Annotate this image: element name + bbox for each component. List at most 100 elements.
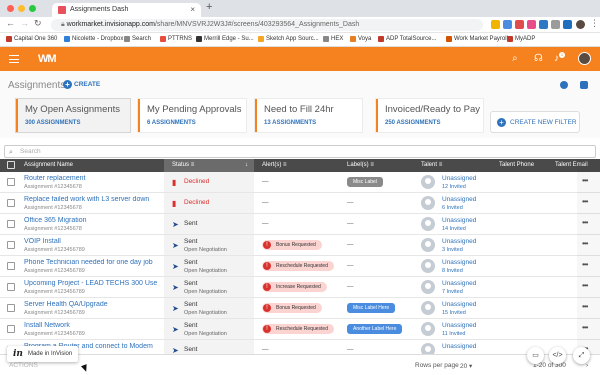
invision-badge[interactable]: in Made in InVision xyxy=(7,346,78,362)
assignment-name-link[interactable]: Server Health QA/Upgrade xyxy=(24,301,158,308)
talent-status-link[interactable]: Unassigned xyxy=(442,217,476,224)
assignment-name-link[interactable]: Install Network xyxy=(24,322,158,329)
bookmark-item[interactable]: Search xyxy=(124,36,151,42)
talent-status-link[interactable]: Unassigned xyxy=(442,238,476,245)
talent-status-link[interactable]: Unassigned xyxy=(442,280,476,287)
close-window-icon[interactable] xyxy=(7,5,14,12)
column-status[interactable]: Status ≡ ↓ xyxy=(164,159,254,172)
invited-count[interactable]: 12 Invited xyxy=(442,184,466,190)
actions-button[interactable]: ACTIONS xyxy=(9,362,38,369)
row-checkbox[interactable] xyxy=(7,283,15,291)
workmarket-logo[interactable]: WM xyxy=(38,53,57,65)
column-assignment-name[interactable]: Assignment Name xyxy=(24,162,73,168)
rows-per-page-select[interactable]: 20 ▾ xyxy=(460,362,472,370)
bookmark-item[interactable]: PTTRNS xyxy=(160,36,192,42)
menu-icon[interactable]: ⋮ xyxy=(590,18,599,29)
assignment-name-link[interactable]: Replace failed work with L3 server down xyxy=(24,196,158,203)
talent-status-link[interactable]: Unassigned xyxy=(442,259,476,266)
label-chip[interactable]: Misc Label Here xyxy=(347,303,396,313)
search-input[interactable]: ⌕ Search xyxy=(4,145,596,158)
extension-icon[interactable] xyxy=(551,20,560,29)
column-talent-phone[interactable]: Talent Phone xyxy=(499,162,534,168)
maximize-window-icon[interactable] xyxy=(29,5,36,12)
extension-icon[interactable] xyxy=(539,20,548,29)
talent-status-link[interactable]: Unassigned xyxy=(442,196,476,203)
talent-status-link[interactable]: Unassigned xyxy=(442,301,476,308)
table-row[interactable]: Phone Technician needed for one day job A… xyxy=(0,256,600,277)
talent-status-link[interactable]: Unassigned xyxy=(442,343,476,350)
row-checkbox[interactable] xyxy=(7,304,15,312)
card-my-open-assignments[interactable]: My Open Assignments 300 ASSIGNMENTS xyxy=(16,99,130,132)
profile-icon[interactable] xyxy=(576,20,585,29)
invited-count[interactable]: 3 Invited xyxy=(442,247,463,253)
table-row[interactable]: Office 365 Migration Assignment #12345678… xyxy=(0,214,600,235)
column-labels[interactable]: Label(s) ≡ xyxy=(347,162,374,168)
bookmark-item[interactable]: Voya xyxy=(350,36,371,42)
filter-icon[interactable]: ≡ xyxy=(370,162,374,168)
pinterest-icon[interactable] xyxy=(527,20,536,29)
talent-status-link[interactable]: Unassigned xyxy=(442,322,476,329)
filter-icon[interactable]: ≡ xyxy=(439,162,443,168)
row-checkbox[interactable] xyxy=(7,241,15,249)
fullscreen-icon[interactable]: ⤢ xyxy=(573,347,590,364)
invited-count[interactable]: 8 Invited xyxy=(442,268,463,274)
help-icon[interactable] xyxy=(560,81,568,89)
back-icon[interactable]: ← xyxy=(6,18,15,28)
close-tab-icon[interactable]: × xyxy=(190,3,195,17)
next-page-icon[interactable]: › xyxy=(586,362,588,369)
create-button[interactable]: + CREATE xyxy=(63,80,100,89)
assignment-name-link[interactable]: Phone Technician needed for one day job xyxy=(24,259,158,266)
create-new-filter-button[interactable]: + CREATE NEW FILTER xyxy=(491,112,579,132)
avatar[interactable] xyxy=(578,52,591,65)
url-field[interactable]: 🔒︎ workmarket.invisionapp.com/share/MNVS… xyxy=(51,19,483,31)
invited-count[interactable]: 15 Invited xyxy=(442,310,466,316)
row-checkbox[interactable] xyxy=(7,262,15,270)
row-checkbox[interactable] xyxy=(7,178,15,186)
gear-icon[interactable] xyxy=(580,81,588,89)
bookmark-item[interactable]: Sketch App Sourc... xyxy=(258,36,319,42)
table-row[interactable]: Replace failed work with L3 server down A… xyxy=(0,193,600,214)
forward-icon[interactable]: → xyxy=(20,18,29,28)
filter-icon[interactable]: ≡ xyxy=(191,162,195,168)
talent-status-link[interactable]: Unassigned xyxy=(442,175,476,182)
table-row[interactable]: VOIP Install Assignment #123456789 ➤ Sent Op… xyxy=(0,235,600,256)
headset-icon[interactable]: ☊ xyxy=(534,53,543,64)
bookmark-item[interactable]: HEX xyxy=(323,36,343,42)
extension-icon[interactable] xyxy=(515,20,524,29)
alert-chip[interactable]: ! Reschedule Requested xyxy=(262,324,334,334)
label-chip[interactable]: Misc Label xyxy=(347,177,383,187)
row-checkbox[interactable] xyxy=(7,325,15,333)
bookmark-item[interactable]: ADP TotalSource... xyxy=(378,36,436,42)
sort-down-icon[interactable]: ↓ xyxy=(245,159,248,172)
star-icon[interactable] xyxy=(491,20,500,29)
alert-chip[interactable]: ! Bonus Requested xyxy=(262,303,322,313)
alert-chip[interactable]: ! Increase Requested xyxy=(262,282,327,292)
assignment-name-link[interactable]: Router replacement xyxy=(24,175,158,182)
search-icon[interactable]: ⌕ xyxy=(512,53,518,64)
column-talent[interactable]: Talent ≡ xyxy=(421,162,442,168)
bookmark-item[interactable]: Capital One 360 xyxy=(6,36,57,42)
label-chip[interactable]: Another Label Here xyxy=(347,324,403,334)
row-checkbox[interactable] xyxy=(7,220,15,228)
table-row[interactable]: Router replacement Assignment #12345678 ▮ D… xyxy=(0,172,600,193)
comment-icon[interactable]: ▭ xyxy=(527,347,544,364)
extension-icon[interactable] xyxy=(563,20,572,29)
code-inspect-icon[interactable]: </> xyxy=(549,347,566,364)
alert-chip[interactable]: ! Reschedule Requested xyxy=(262,261,334,271)
table-row[interactable]: Upcoming Project - LEAD TECHS 300 Use De… xyxy=(0,277,600,298)
new-tab-icon[interactable]: + xyxy=(206,1,212,13)
bookmark-item[interactable]: Nicolette - Dropbox xyxy=(64,36,123,42)
invited-count[interactable]: 14 Invited xyxy=(442,226,466,232)
card-invoiced-ready-to-pay[interactable]: Invoiced/Ready to Pay 250 ASSIGNMENTS xyxy=(376,99,483,132)
assignment-name-link[interactable]: Upcoming Project - LEAD TECHS 300 Use De… xyxy=(24,280,158,287)
hamburger-menu-icon[interactable] xyxy=(9,55,19,63)
extension-icon[interactable] xyxy=(503,20,512,29)
bookmark-item[interactable]: Work Market Payroll xyxy=(446,36,508,42)
assignment-name-link[interactable]: VOIP Install xyxy=(24,238,158,245)
bookmark-item[interactable]: MyADP xyxy=(507,36,535,42)
bookmark-item[interactable]: Merrill Edge - Su... xyxy=(196,36,254,42)
reload-icon[interactable]: ↻ xyxy=(34,18,42,29)
row-checkbox[interactable] xyxy=(7,199,15,207)
assignment-name-link[interactable]: Office 365 Migration xyxy=(24,217,158,224)
table-row[interactable]: Server Health QA/Upgrade Assignment #1234… xyxy=(0,298,600,319)
